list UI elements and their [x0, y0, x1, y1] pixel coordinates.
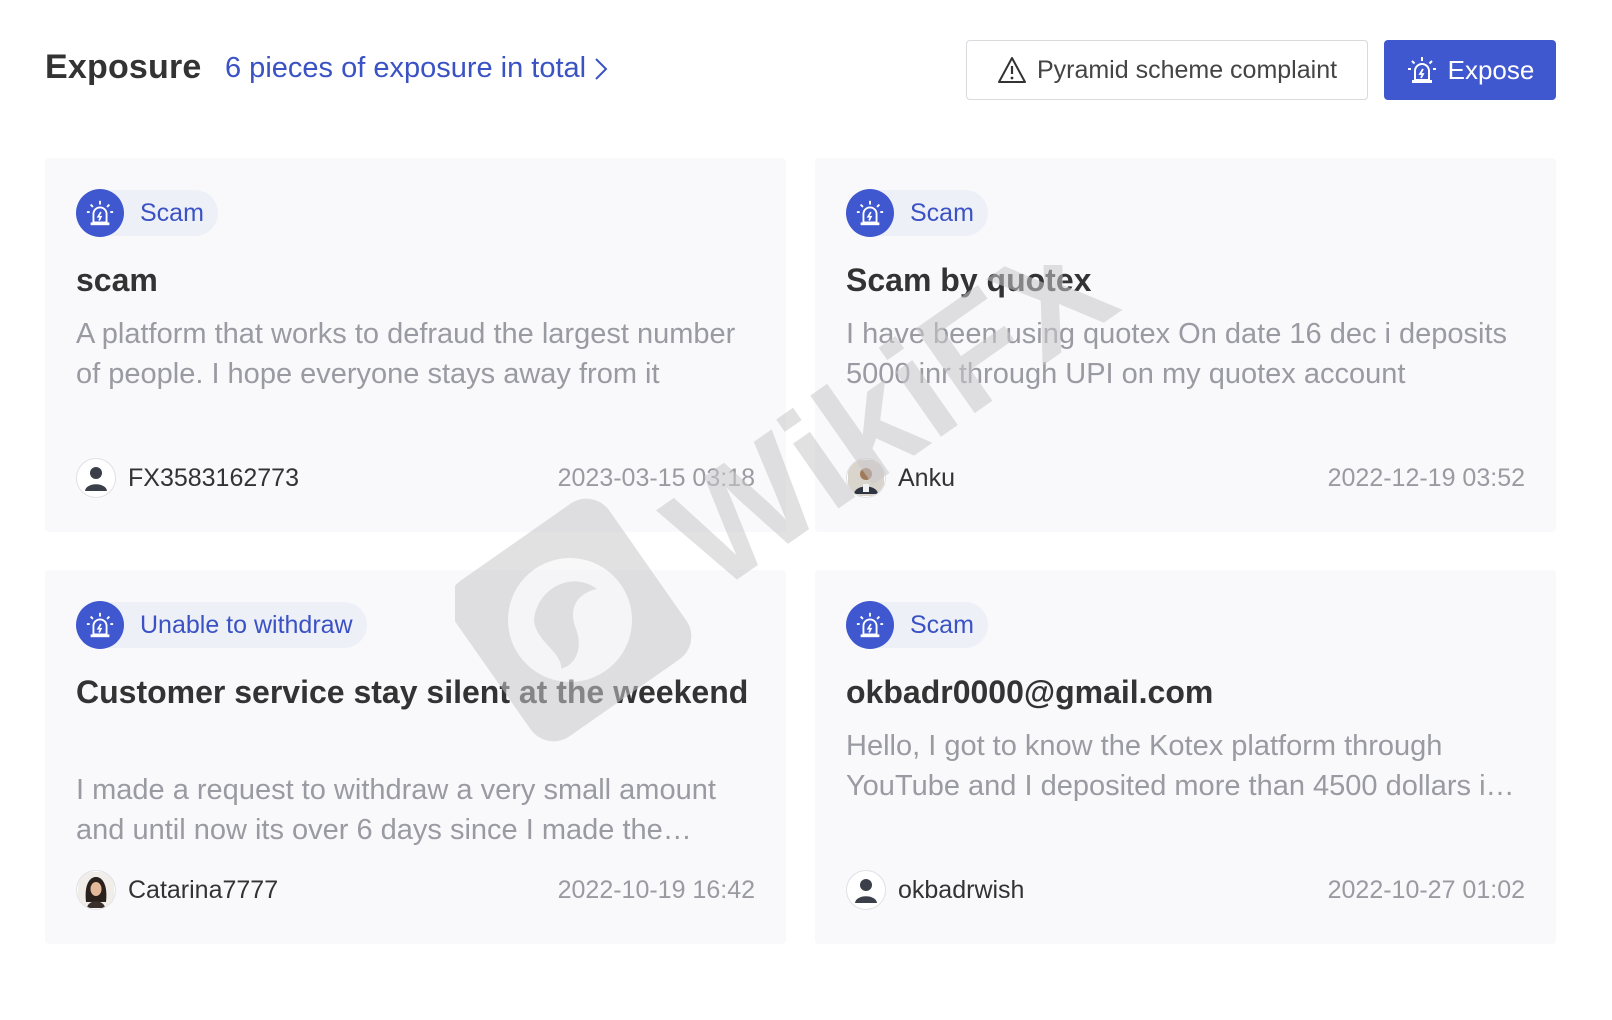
- timestamp: 2023-03-15 03:18: [557, 463, 755, 492]
- username: okbadrwish: [898, 875, 1025, 904]
- card-footer: FX3583162773 2023-03-15 03:18: [76, 458, 755, 498]
- card-description: Hello, I got to know the Kotex platform …: [846, 730, 1502, 802]
- category-tag-label: Unable to withdraw: [104, 602, 367, 648]
- timestamp: 2022-10-19 16:42: [557, 875, 755, 904]
- chevron-right-icon: [595, 57, 608, 80]
- card-title: Scam by quotex: [846, 262, 1092, 298]
- exposure-card[interactable]: Scam scam A platform that works to defra…: [45, 158, 786, 532]
- exposure-card[interactable]: Scam Scam by quotex I have been using qu…: [815, 158, 1556, 532]
- timestamp: 2022-10-27 01:02: [1327, 875, 1525, 904]
- warning-icon: [997, 57, 1026, 83]
- pyramid-complaint-button[interactable]: Pyramid scheme complaint: [966, 40, 1368, 100]
- timestamp: 2022-12-19 03:52: [1327, 463, 1525, 492]
- avatar: [76, 870, 116, 910]
- exposure-card[interactable]: Unable to withdraw Customer service stay…: [45, 570, 786, 944]
- category-tag: Scam: [846, 189, 988, 237]
- username: FX3583162773: [128, 463, 299, 492]
- avatar: [76, 458, 116, 498]
- avatar: [846, 870, 886, 910]
- user-photo-icon: [848, 460, 884, 496]
- alarm-icon: [1407, 57, 1436, 83]
- user-icon: [85, 467, 107, 491]
- card-title: scam: [76, 262, 158, 298]
- alarm-icon: [856, 612, 884, 638]
- alarm-icon: [86, 200, 114, 226]
- alarm-badge: [846, 601, 894, 649]
- exposure-card[interactable]: Scam okbadr0000@gmail.com Hello, I got t…: [815, 570, 1556, 944]
- alarm-badge: [76, 601, 124, 649]
- alarm-icon: [856, 200, 884, 226]
- alarm-badge: [846, 189, 894, 237]
- card-footer: Catarina7777 2022-10-19 16:42: [76, 870, 755, 910]
- expose-label: Expose: [1447, 54, 1535, 85]
- category-tag: Scam: [76, 189, 218, 237]
- user-icon: [855, 879, 877, 903]
- category-tag: Unable to withdraw: [76, 601, 367, 649]
- avatar: [846, 458, 886, 498]
- exposure-header: Exposure 6 pieces of exposure in total P…: [45, 40, 1556, 100]
- username: Catarina7777: [128, 875, 279, 904]
- card-title: Customer service stay silent at the week…: [76, 674, 749, 710]
- user-photo-icon: [78, 872, 114, 908]
- exposure-count-label: 6 pieces of exposure in total: [225, 52, 587, 84]
- card-footer: Anku 2022-12-19 03:52: [846, 458, 1525, 498]
- exposure-count-link[interactable]: 6 pieces of exposure in total: [225, 52, 608, 85]
- alarm-badge: [76, 189, 124, 237]
- card-description: I have been using quotex On date 16 dec …: [846, 318, 1508, 390]
- alarm-icon: [86, 612, 114, 638]
- card-description: I made a request to withdraw a very smal…: [76, 774, 716, 846]
- card-footer: okbadrwish 2022-10-27 01:02: [846, 870, 1525, 910]
- card-title: okbadr0000@gmail.com: [846, 674, 1214, 710]
- username: Anku: [898, 463, 955, 492]
- page-title: Exposure: [45, 48, 202, 86]
- pyramid-complaint-label: Pyramid scheme complaint: [1036, 55, 1338, 84]
- card-description: A platform that works to defraud the lar…: [76, 318, 736, 390]
- category-tag: Scam: [846, 601, 988, 649]
- expose-button[interactable]: Expose: [1384, 40, 1556, 100]
